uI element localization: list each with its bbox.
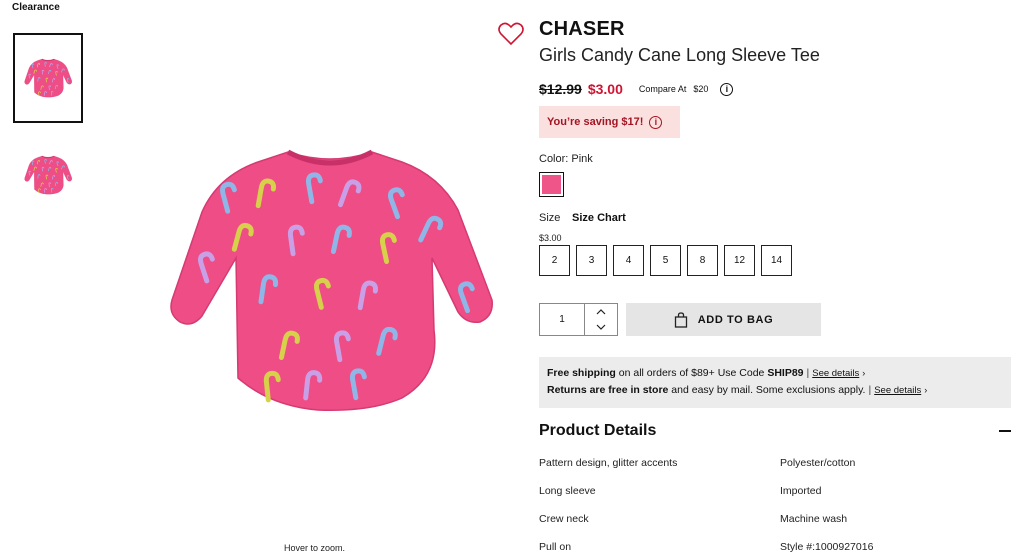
chevron-down-icon: [596, 324, 606, 331]
size-chart-link[interactable]: Size Chart: [572, 212, 626, 224]
original-price: $12.99: [539, 81, 582, 97]
quantity-stepper: 1: [539, 303, 618, 336]
size-option-12[interactable]: 12: [724, 245, 755, 276]
shipping-code: SHIP89: [767, 367, 804, 379]
size-option-4[interactable]: 4: [613, 245, 644, 276]
detail-left-4: Pull on: [539, 541, 572, 553]
savings-banner: You’re saving $17! i: [539, 106, 680, 138]
info-icon[interactable]: i: [720, 82, 734, 96]
detail-left-3: Crew neck: [539, 513, 589, 525]
returns-bold: Returns are free in store: [547, 384, 669, 396]
size-option-5[interactable]: 5: [650, 245, 681, 276]
size-price: $3.00: [539, 233, 562, 243]
shipping-bold: Free shipping: [547, 367, 616, 379]
product-title: Girls Candy Cane Long Sleeve Tee: [539, 45, 820, 65]
size-label: Size: [539, 212, 561, 224]
shipping-text: on all orders of $89+ Use Code: [615, 367, 768, 379]
returns-text: and easy by mail. Some exclusions apply.: [668, 384, 866, 396]
size-option-3[interactable]: 3: [576, 245, 607, 276]
thumbnail-1[interactable]: [13, 33, 83, 123]
see-details-link-returns[interactable]: See details: [874, 385, 921, 396]
product-details-heading[interactable]: Product Details: [539, 422, 656, 440]
see-details-link-shipping[interactable]: See details: [812, 368, 859, 379]
quantity-increase-button[interactable]: [585, 304, 617, 320]
thumbnail-shirt-image: [20, 148, 76, 202]
chevron-up-icon: [596, 308, 606, 315]
detail-right-4: Style #:1000927016: [780, 541, 874, 553]
size-options: 2 3 4 5 8 12 14: [539, 245, 792, 276]
price-row: $12.99 $3.00 Compare At $20 i: [539, 81, 734, 97]
size-option-14[interactable]: 14: [761, 245, 792, 276]
sale-price: $3.00: [587, 81, 623, 97]
breadcrumb[interactable]: Clearance: [12, 2, 60, 13]
compare-label: Compare At: [638, 84, 687, 94]
swatch-fill: [542, 175, 561, 194]
thumbnail-shirt-image: [20, 51, 76, 105]
thumbnail-2[interactable]: [13, 130, 83, 220]
shipping-returns-promo: Free shipping on all orders of $89+ Use …: [539, 357, 1011, 408]
info-icon[interactable]: i: [649, 115, 663, 129]
compare-value: $20: [693, 84, 709, 94]
detail-left-1: Pattern design, glitter accents: [539, 457, 678, 469]
product-image[interactable]: [140, 140, 520, 420]
minus-icon[interactable]: [999, 430, 1011, 432]
brand-name[interactable]: CHASER: [539, 18, 625, 41]
chevron-right-icon: ›: [862, 368, 866, 378]
add-to-bag-button[interactable]: ADD TO BAG: [626, 303, 821, 336]
size-option-2[interactable]: 2: [539, 245, 570, 276]
detail-right-3: Machine wash: [780, 513, 848, 525]
detail-left-2: Long sleeve: [539, 485, 596, 497]
quantity-decrease-button[interactable]: [585, 320, 617, 336]
detail-right-2: Imported: [780, 485, 822, 497]
color-label: Color: Pink: [539, 153, 593, 165]
size-option-8[interactable]: 8: [687, 245, 718, 276]
shopping-bag-icon: [674, 311, 687, 328]
add-to-bag-label: ADD TO BAG: [697, 313, 774, 326]
detail-right-1: Polyester/cotton: [780, 457, 856, 469]
quantity-input[interactable]: 1: [540, 304, 585, 335]
savings-text: You’re saving $17!: [547, 116, 644, 128]
heart-outline-icon[interactable]: [498, 22, 524, 46]
chevron-right-icon: ›: [924, 385, 928, 395]
color-swatch-pink[interactable]: [539, 172, 564, 197]
